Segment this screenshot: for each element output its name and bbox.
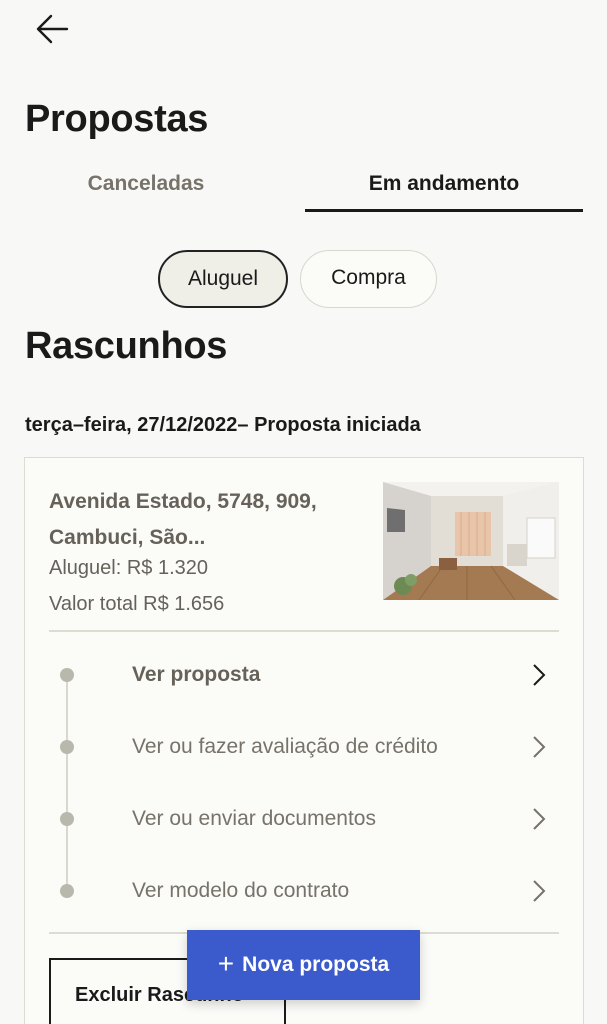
status-tabs: Canceladas Em andamento: [0, 160, 607, 216]
step-ver-proposta[interactable]: Ver proposta: [25, 650, 585, 700]
step-label: Ver proposta: [132, 663, 261, 686]
rent-value: Aluguel: R$ 1.320: [49, 557, 209, 579]
divider: [49, 630, 559, 632]
draft-date: terça–feira, 27/12/2022– Proposta inicia…: [25, 414, 421, 436]
step-label: Ver ou fazer avaliação de crédito: [132, 735, 438, 758]
timeline-dot: [60, 884, 74, 898]
filter-chip-compra[interactable]: Compra: [300, 250, 437, 308]
timeline-dot: [60, 668, 74, 682]
plus-icon: +: [217, 947, 235, 979]
timeline-line: [66, 676, 68, 890]
proposals-page: { "header": { "back_icon": "arrow-left-i…: [0, 0, 607, 1024]
step-label: Ver ou enviar documentos: [132, 807, 376, 830]
section-title: Rascunhos: [25, 325, 228, 367]
arrow-left-icon: [36, 14, 69, 44]
property-address: Avenida Estado, 5748, 909, Cambuci, São.…: [49, 490, 317, 549]
filter-chip-aluguel[interactable]: Aluguel: [158, 250, 288, 308]
property-photo[interactable]: [383, 482, 559, 600]
new-proposal-button[interactable]: + Nova proposta: [187, 930, 420, 1000]
chevron-right-icon: [533, 736, 546, 758]
step-avaliacao-credito[interactable]: Ver ou fazer avaliação de crédito: [25, 722, 585, 772]
chevron-right-icon: [533, 808, 546, 830]
timeline-dot: [60, 812, 74, 826]
tab-em-andamento[interactable]: Em andamento: [305, 160, 583, 212]
page-title: Propostas: [25, 98, 209, 140]
chevron-right-icon: [533, 880, 546, 902]
timeline-dot: [60, 740, 74, 754]
back-button[interactable]: [34, 12, 72, 46]
new-proposal-label: Nova proposta: [242, 953, 390, 976]
tab-canceladas[interactable]: Canceladas: [0, 160, 292, 212]
step-enviar-documentos[interactable]: Ver ou enviar documentos: [25, 794, 585, 844]
chevron-right-icon: [533, 664, 546, 686]
step-label: Ver modelo do contrato: [132, 879, 350, 902]
step-modelo-contrato[interactable]: Ver modelo do contrato: [25, 866, 585, 916]
total-value: Valor total R$ 1.656: [49, 593, 225, 615]
